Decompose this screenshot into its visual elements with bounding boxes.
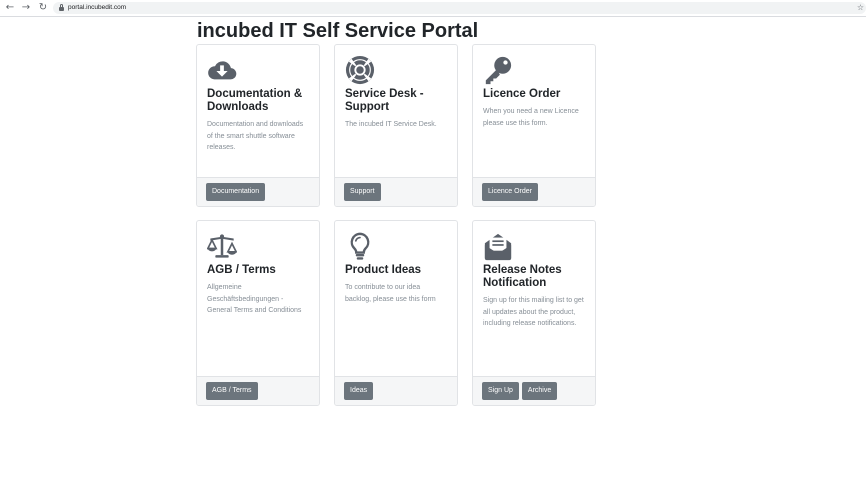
card-title: Documentation & Downloads <box>207 88 303 113</box>
life-ring-icon <box>345 55 375 85</box>
address-bar[interactable]: portal.incubedit.com ☆ <box>53 2 866 14</box>
card-text: Allgemeine Geschäftsbedingungen - Genera… <box>207 284 302 314</box>
sign-up-button[interactable]: Sign Up <box>482 382 519 400</box>
card-footer: Support <box>335 177 457 206</box>
cloud-download-icon <box>208 61 237 80</box>
card-title: Release Notes Notification <box>483 264 562 289</box>
card-agb-terms: AGB / Terms Allgemeine Geschäftsbedingun… <box>196 220 320 406</box>
card-documentation: Documentation & Downloads Documentation … <box>196 44 320 207</box>
envelope-open-text-icon <box>484 233 512 261</box>
card-footer: AGB / Terms <box>197 376 319 405</box>
agb-terms-button[interactable]: AGB / Terms <box>206 382 258 400</box>
card-footer: Sign Up Archive <box>473 376 595 405</box>
arrow-left-icon[interactable]: ← <box>4 2 16 14</box>
lock-icon <box>59 4 64 11</box>
card-footer: Documentation <box>197 177 319 206</box>
url-text: portal.incubedit.com <box>68 4 127 11</box>
card-text: Sign up for this mailing list to get all… <box>483 297 584 327</box>
card-title: Service Desk - Support <box>345 88 424 113</box>
ideas-button[interactable]: Ideas <box>344 382 374 400</box>
page-title: incubed IT Self Service Portal <box>197 20 479 42</box>
lightbulb-icon <box>350 232 370 260</box>
key-icon <box>485 56 512 85</box>
archive-button[interactable]: Archive <box>521 382 558 400</box>
documentation-button[interactable]: Documentation <box>206 183 266 201</box>
card-product-ideas: Product Ideas To contribute to our idea … <box>334 220 458 406</box>
card-title: AGB / Terms <box>207 264 276 276</box>
card-title: Product Ideas <box>345 264 422 276</box>
card-release-notes: Release Notes Notification Sign up for t… <box>472 220 596 406</box>
card-text: When you need a new Licence please use t… <box>483 108 579 127</box>
card-licence-order: Licence Order When you need a new Licenc… <box>472 44 596 207</box>
licence-order-button[interactable]: Licence Order <box>482 183 538 201</box>
card-footer: Ideas <box>335 376 457 405</box>
browser-toolbar: ← → ↻ portal.incubedit.com ☆ <box>0 0 866 17</box>
card-text: The incubed IT Service Desk. <box>345 121 437 128</box>
card-text: To contribute to our idea backlog, pleas… <box>345 284 436 303</box>
arrow-right-icon[interactable]: → <box>20 2 32 14</box>
card-title: Licence Order <box>483 88 561 100</box>
reload-icon[interactable]: ↻ <box>37 2 49 14</box>
balance-scale-icon <box>207 234 237 258</box>
support-button[interactable]: Support <box>344 183 381 201</box>
card-footer: Licence Order <box>473 177 595 206</box>
bookmark-star-icon[interactable]: ☆ <box>857 2 864 14</box>
card-service-desk: Service Desk - Support The incubed IT Se… <box>334 44 458 207</box>
card-text: Documentation and downloads of the smart… <box>207 121 304 151</box>
